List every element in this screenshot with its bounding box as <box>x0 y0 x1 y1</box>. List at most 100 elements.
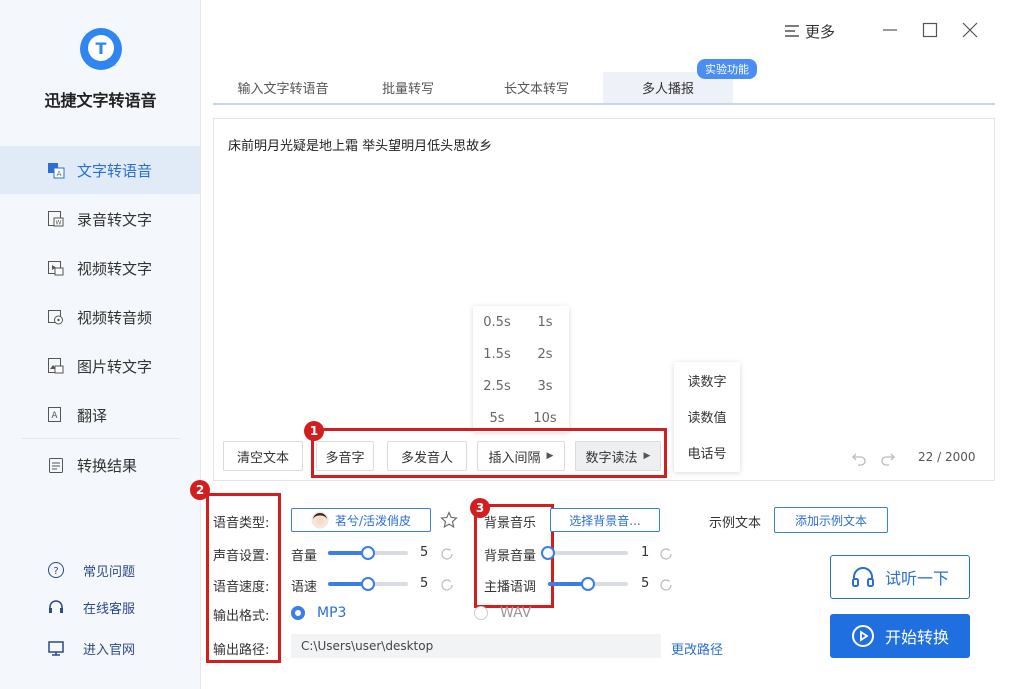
image-to-text-icon <box>47 357 65 375</box>
format-wav-label: WAV <box>500 605 532 621</box>
choose-bgm-button[interactable]: 选择背景音... <box>550 508 660 532</box>
footer-item-online-support[interactable]: 在线客服 <box>47 596 135 618</box>
sidebar-item-video-to-text[interactable]: 视频转文字 <box>0 244 201 292</box>
sidebar-item-image-to-text[interactable]: 图片转文字 <box>0 342 201 390</box>
reset-icon[interactable] <box>659 578 673 592</box>
volume-value: 5 <box>420 545 429 560</box>
text-to-speech-icon: A <box>47 161 65 179</box>
question-icon: ? <box>47 561 65 579</box>
more-button[interactable]: 更多 <box>785 20 835 42</box>
star-icon[interactable] <box>440 511 458 529</box>
reset-icon[interactable] <box>659 547 673 561</box>
tab-batch[interactable]: 批量转写 <box>353 72 463 103</box>
speed-name: 语速 <box>291 580 318 595</box>
close-icon <box>962 22 978 38</box>
interval-option[interactable]: 3s <box>521 370 569 402</box>
footer-item-label: 进入官网 <box>83 642 136 658</box>
format-mp3-label: MP3 <box>317 605 347 621</box>
voice-select-button[interactable]: 茗兮/活泼俏皮 <box>291 508 431 532</box>
digit-option[interactable]: 电话号 <box>674 434 740 470</box>
interval-option[interactable]: 2s <box>521 338 569 370</box>
interval-option[interactable]: 2.5s <box>473 370 521 402</box>
interval-option[interactable]: 1.5s <box>473 338 521 370</box>
interval-menu: 0.5s 1s 1.5s 2s 2.5s 3s 5s 10s <box>473 306 569 432</box>
app-title: 迅捷文字转语音 <box>44 91 157 110</box>
translate-icon: A <box>47 406 65 424</box>
main-tone-value: 5 <box>641 576 650 591</box>
volume-label: 音量 <box>291 549 318 564</box>
video-to-audio-icon <box>47 308 65 326</box>
format-wav-option[interactable]: WAV <box>474 605 531 621</box>
slider-thumb[interactable] <box>581 577 595 591</box>
play-circle-icon <box>851 624 875 648</box>
sidebar-item-text-to-speech[interactable]: A 文字转语音 <box>0 146 201 194</box>
format-mp3-option[interactable]: MP3 <box>291 605 346 621</box>
digit-reading-menu: 读数字 读数值 电话号 <box>674 362 740 472</box>
svg-text:?: ? <box>53 566 58 577</box>
sidebar-item-video-to-audio[interactable]: 视频转音频 <box>0 293 201 341</box>
clear-text-button[interactable]: 清空文本 <box>223 441 303 471</box>
tab-input-text[interactable]: 输入文字转语音 <box>213 72 353 103</box>
headset-icon <box>47 598 65 616</box>
reset-icon[interactable] <box>440 547 454 561</box>
svg-text:W: W <box>56 220 62 227</box>
interval-option[interactable]: 1s <box>521 306 569 338</box>
tab-long-text[interactable]: 长文本转写 <box>470 72 603 103</box>
speed-slider[interactable] <box>328 574 408 594</box>
start-convert-button[interactable]: 开始转换 <box>830 614 970 658</box>
listen-button[interactable]: 试听一下 <box>830 555 970 599</box>
slider-thumb[interactable] <box>361 546 375 560</box>
headphones-icon <box>851 566 875 588</box>
annotation-number-2: 2 <box>190 480 210 500</box>
more-label: 更多 <box>805 22 836 41</box>
reset-icon[interactable] <box>440 578 454 592</box>
results-icon <box>47 456 65 474</box>
text-editor[interactable] <box>213 118 995 481</box>
sound-settings-label: 声音设置: <box>213 549 270 564</box>
experimental-badge: 实验功能 <box>697 59 757 79</box>
slider-thumb[interactable] <box>361 577 375 591</box>
svg-text:A: A <box>51 411 58 421</box>
sidebar-item-recording-to-text[interactable]: W 录音转文字 <box>0 195 201 243</box>
monitor-icon <box>47 639 65 657</box>
speed-label: 语音速度: <box>213 580 270 595</box>
output-format-label: 输出格式: <box>213 609 270 624</box>
convert-label: 开始转换 <box>884 628 949 647</box>
sample-text-label: 示例文本 <box>709 516 762 531</box>
maximize-icon <box>922 22 938 38</box>
undo-icon[interactable] <box>851 450 867 466</box>
interval-option[interactable]: 0.5s <box>473 306 521 338</box>
output-path-field[interactable]: C:\Users\user\desktop <box>291 634 661 658</box>
close-button[interactable] <box>958 18 982 42</box>
sidebar-item-label: 文字转语音 <box>77 161 153 180</box>
volume-slider[interactable] <box>328 543 408 563</box>
digit-option[interactable]: 读数值 <box>674 398 740 434</box>
bgm-label: 背景音乐 <box>484 516 537 531</box>
footer-item-faq[interactable]: ? 常见问题 <box>47 559 135 581</box>
redo-icon[interactable] <box>880 450 896 466</box>
main-tone-label: 主播语调 <box>484 580 537 595</box>
sidebar-item-translate[interactable]: A 翻译 <box>0 391 201 439</box>
sidebar-item-label: 视频转文字 <box>77 259 153 278</box>
listen-label: 试听一下 <box>884 569 949 588</box>
sidebar-item-results[interactable]: 转换结果 <box>0 441 201 489</box>
bgm-volume-slider[interactable] <box>541 543 628 563</box>
output-path-label: 输出路径: <box>213 643 270 658</box>
main-tone-slider[interactable] <box>548 574 628 594</box>
char-counter: 22 / 2000 <box>918 450 976 464</box>
voice-name: 茗兮/活泼俏皮 <box>334 513 412 528</box>
video-to-text-icon <box>47 259 65 277</box>
sidebar-item-label: 录音转文字 <box>77 210 153 229</box>
footer-item-label: 在线客服 <box>83 601 136 617</box>
add-sample-text-button[interactable]: 添加示例文本 <box>774 507 888 533</box>
editor-content[interactable]: 床前明月光疑是地上霜 举头望明月低头思故乡 <box>228 135 492 154</box>
digit-option[interactable]: 读数字 <box>674 362 740 398</box>
slider-thumb[interactable] <box>541 546 555 560</box>
footer-item-website[interactable]: 进入官网 <box>47 637 135 659</box>
sidebar-item-label: 图片转文字 <box>77 357 153 376</box>
minimize-button[interactable] <box>878 18 902 42</box>
change-path-link[interactable]: 更改路径 <box>671 639 723 658</box>
maximize-button[interactable] <box>918 18 942 42</box>
speed-value: 5 <box>420 576 429 591</box>
svg-text:A: A <box>57 170 62 178</box>
